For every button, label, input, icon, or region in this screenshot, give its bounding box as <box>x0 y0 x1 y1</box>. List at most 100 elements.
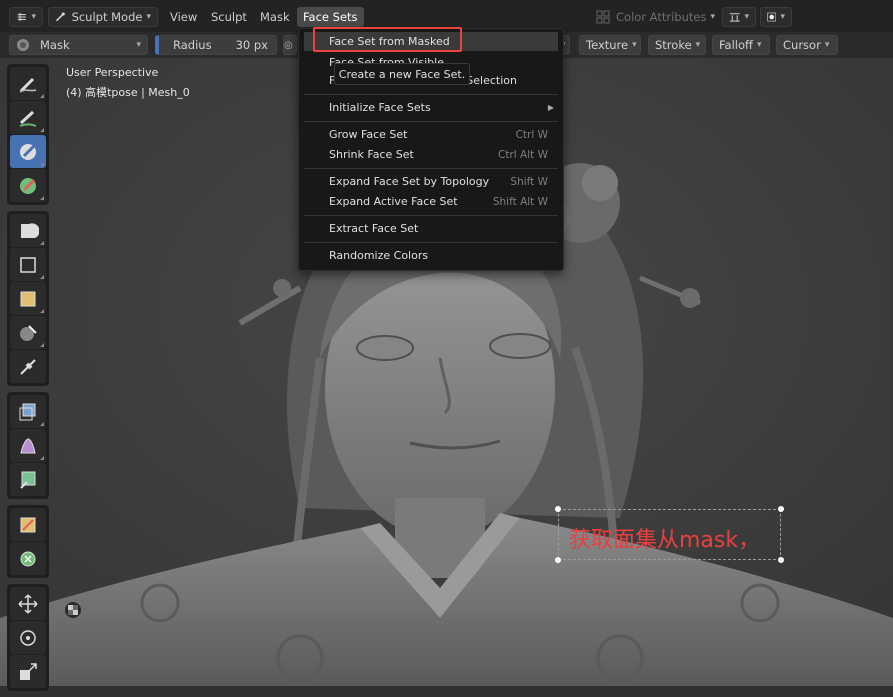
stroke-dropdown[interactable]: Stroke ▾ <box>648 35 706 55</box>
mesh-filter-icon <box>19 403 36 420</box>
resize-handle[interactable] <box>778 557 784 563</box>
mesh-filter-tool[interactable] <box>10 395 46 428</box>
toolbar-group-brushes <box>7 64 49 205</box>
color-attributes-dropdown[interactable]: Color Attributes ▾ <box>590 7 721 27</box>
menu-item-initialize-face-sets[interactable]: Initialize Face Sets ▶ <box>304 98 558 117</box>
box-mask-tool[interactable] <box>10 214 46 247</box>
mask-brush-icon <box>17 39 29 51</box>
mode-selector[interactable]: Sculpt Mode ▾ <box>48 7 158 27</box>
mask-brush-tool[interactable] <box>10 135 46 168</box>
menu-separator <box>304 121 558 122</box>
toolbar-group-annotate <box>7 505 49 578</box>
rotate-tool[interactable] <box>10 621 46 654</box>
texture-dropdown[interactable]: Texture ▾ <box>579 35 641 55</box>
color-filter-tool[interactable] <box>10 463 46 496</box>
smooth-brush-tool[interactable] <box>10 101 46 134</box>
transform-pivot-dropdown[interactable]: ▾ <box>722 7 756 27</box>
chevron-down-icon: ▾ <box>146 12 151 22</box>
color-attributes-label: Color Attributes <box>616 10 707 24</box>
brush-selector[interactable]: Mask ▾ <box>9 35 148 55</box>
menu-item-shortcut: Shift W <box>510 175 548 188</box>
menu-item-shrink-face-set[interactable]: Shrink Face Set Ctrl Alt W <box>304 145 558 164</box>
submenu-arrow-icon: ▶ <box>547 103 554 112</box>
paint-brush-tool[interactable] <box>10 169 46 202</box>
menu-face-sets[interactable]: Face Sets <box>297 7 364 27</box>
menu-item-shortcut: Ctrl W <box>515 128 548 141</box>
viewport-object-label: (4) 高模tpose | Mesh_0 <box>66 86 190 99</box>
radius-slider[interactable]: Radius 30 px <box>155 35 277 55</box>
menu-item-expand-active-face-set[interactable]: Expand Active Face Set Shift Alt W <box>304 192 558 211</box>
menu-separator <box>304 215 558 216</box>
box-face-set-icon <box>20 291 36 306</box>
sculpt-toolbar <box>7 64 49 697</box>
radius-pressure-toggle[interactable]: ◎ <box>283 35 297 55</box>
menu-item-grow-face-set[interactable]: Grow Face Set Ctrl W <box>304 125 558 144</box>
falloff-label: Falloff <box>719 38 753 52</box>
editor-type-dropdown[interactable]: ▾ <box>9 7 43 27</box>
menu-item-label: Expand Face Set by Topology <box>329 175 490 188</box>
mask-by-color-icon <box>20 551 36 566</box>
color-attributes-icon <box>596 10 610 24</box>
smooth-brush-icon <box>19 110 37 127</box>
toolbar-group-masks <box>7 211 49 386</box>
scale-tool[interactable] <box>10 655 46 688</box>
menu-item-label: Grow Face Set <box>329 128 408 141</box>
box-face-set-tool[interactable] <box>10 282 46 315</box>
menu-item-shortcut: Shift Alt W <box>492 195 548 208</box>
radius-value: 30 px <box>235 38 268 52</box>
mask-by-color-tool[interactable] <box>10 542 46 575</box>
toolbar-group-filters <box>7 392 49 499</box>
chevron-down-icon: ▾ <box>710 12 715 22</box>
editor-type-icon <box>17 12 26 22</box>
shading-dropdown[interactable]: ▾ <box>760 7 792 27</box>
annotation-textbox[interactable]: 获取面集从mask， <box>555 506 784 563</box>
menu-item-extract-face-set[interactable]: Extract Face Set <box>304 219 558 238</box>
edit-face-set-icon <box>20 517 36 532</box>
edit-face-set-tool[interactable] <box>10 508 46 541</box>
rotate-icon <box>20 629 36 646</box>
viewport-perspective-label: User Perspective <box>66 66 159 79</box>
resize-handle[interactable] <box>778 506 784 512</box>
menu-sculpt[interactable]: Sculpt <box>205 7 253 27</box>
menu-view[interactable]: View <box>164 7 203 27</box>
menu-item-label: Initialize Face Sets <box>329 101 431 114</box>
box-trim-icon <box>20 324 37 341</box>
cloth-filter-tool[interactable] <box>10 429 46 462</box>
menu-separator <box>304 94 558 95</box>
menu-item-label: Randomize Colors <box>329 249 429 262</box>
paint-brush-icon <box>20 177 36 194</box>
falloff-dropdown[interactable]: Falloff ▾ <box>712 35 770 55</box>
mask-brush-icon <box>20 143 36 160</box>
resize-handle[interactable] <box>555 506 561 512</box>
cursor-dropdown[interactable]: Cursor ▾ <box>776 35 838 55</box>
chevron-down-icon: ▾ <box>824 40 830 50</box>
color-filter-icon <box>20 471 36 489</box>
transform-icon <box>729 13 740 22</box>
chevron-down-icon: ▾ <box>756 40 762 50</box>
cloth-filter-icon <box>20 437 36 453</box>
menu-item-shortcut: Ctrl Alt W <box>498 148 548 161</box>
menu-separator <box>304 242 558 243</box>
menu-item-randomize-colors[interactable]: Randomize Colors <box>304 246 558 265</box>
move-tool[interactable] <box>10 587 46 620</box>
chevron-down-icon: ▾ <box>780 12 785 22</box>
radius-label: Radius <box>173 38 212 52</box>
chevron-down-icon: ▾ <box>632 40 637 50</box>
box-trim-tool[interactable] <box>10 316 46 349</box>
viewport-grid-toggle[interactable] <box>65 602 81 618</box>
highlight-box <box>313 27 462 52</box>
box-hide-icon <box>20 256 36 273</box>
draw-brush-tool[interactable] <box>10 67 46 100</box>
box-hide-tool[interactable] <box>10 248 46 281</box>
menu-mask[interactable]: Mask <box>254 7 296 27</box>
brush-name: Mask <box>40 38 70 52</box>
draw-brush-icon <box>19 77 37 93</box>
shading-sphere-icon <box>767 12 777 22</box>
move-arrows-icon <box>18 593 38 614</box>
scale-icon <box>20 662 37 680</box>
box-mask-icon <box>21 222 39 238</box>
resize-handle[interactable] <box>555 557 561 563</box>
chevron-down-icon: ▾ <box>136 40 141 50</box>
menu-item-expand-face-set-by-topology[interactable]: Expand Face Set by Topology Shift W <box>304 172 558 191</box>
line-project-tool[interactable] <box>10 350 46 383</box>
